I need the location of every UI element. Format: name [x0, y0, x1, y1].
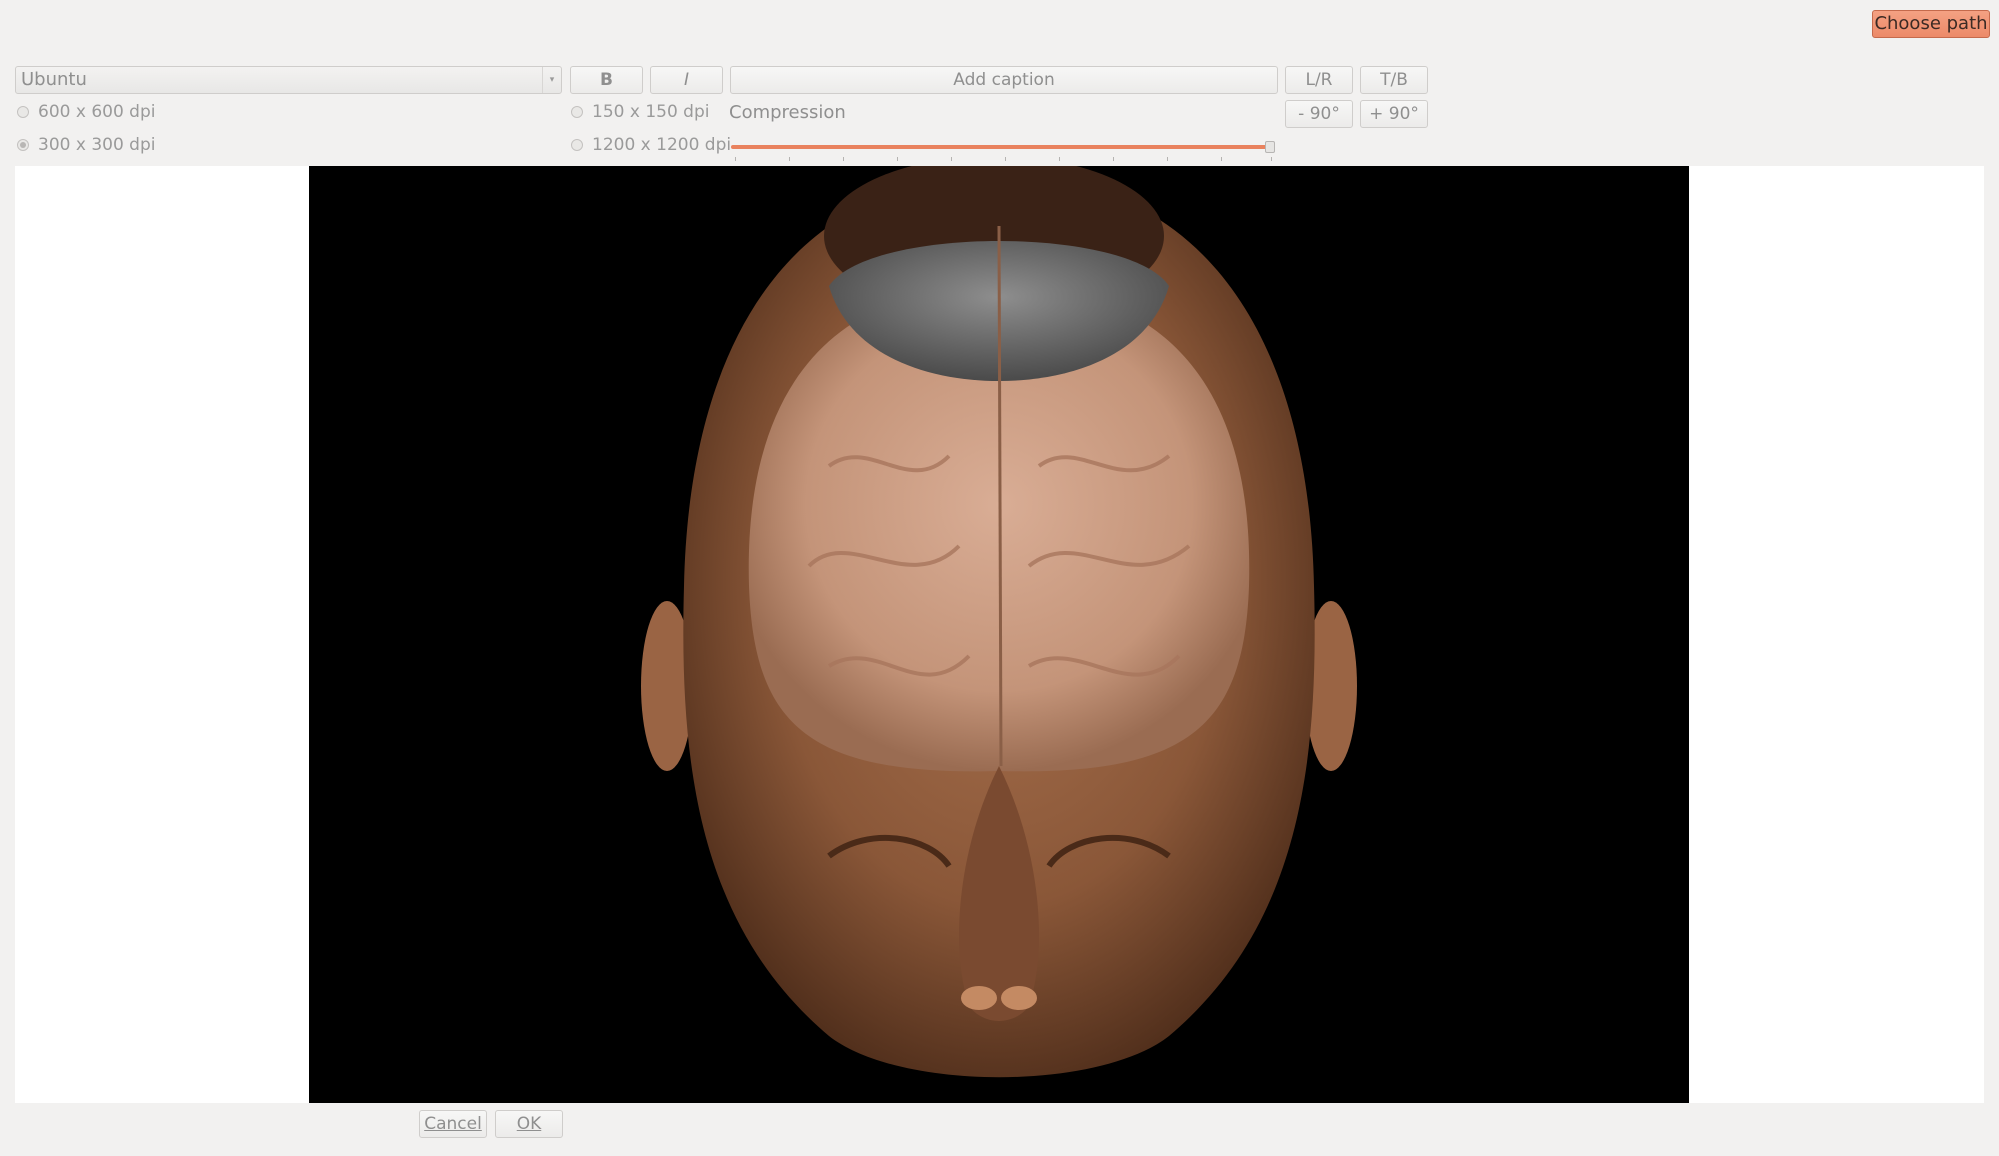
- slider-tick: [897, 157, 898, 161]
- radio-indicator[interactable]: [571, 139, 583, 151]
- radio-indicator-checked[interactable]: [17, 139, 29, 151]
- slider-tick: [1113, 157, 1114, 161]
- radio-1200dpi[interactable]: 1200 x 1200 dpi: [571, 134, 731, 156]
- radio-label: 600 x 600 dpi: [38, 102, 156, 122]
- compression-slider-track[interactable]: [731, 145, 1275, 149]
- slider-tick: [735, 157, 736, 161]
- ok-button[interactable]: OK: [495, 1110, 563, 1138]
- slider-tick: [1271, 157, 1272, 161]
- radio-600dpi[interactable]: 600 x 600 dpi: [17, 101, 155, 123]
- slider-tick: [843, 157, 844, 161]
- slider-tick: [1005, 157, 1006, 161]
- preview-image: [309, 166, 1689, 1103]
- add-caption-input[interactable]: Add caption: [730, 66, 1278, 94]
- cancel-button[interactable]: Cancel: [419, 1110, 487, 1138]
- radio-label: 1200 x 1200 dpi: [592, 135, 732, 155]
- radio-indicator[interactable]: [17, 106, 29, 118]
- slider-tick: [1167, 157, 1168, 161]
- chevron-down-icon: ▾: [542, 67, 561, 93]
- font-select[interactable]: Ubuntu ▾: [15, 66, 562, 94]
- flip-tb-button[interactable]: T/B: [1360, 66, 1428, 94]
- italic-button[interactable]: I: [650, 66, 723, 94]
- slider-tick: [951, 157, 952, 161]
- bold-button[interactable]: B: [570, 66, 643, 94]
- slider-tick: [1059, 157, 1060, 161]
- radio-label: 300 x 300 dpi: [38, 135, 156, 155]
- flip-lr-button[interactable]: L/R: [1285, 66, 1353, 94]
- radio-label: 150 x 150 dpi: [592, 102, 710, 122]
- font-select-value: Ubuntu: [21, 69, 87, 90]
- rotate-right-button[interactable]: + 90°: [1360, 100, 1428, 128]
- choose-path-button[interactable]: Choose path: [1872, 10, 1990, 38]
- compression-slider-handle[interactable]: [1265, 141, 1275, 153]
- radio-indicator[interactable]: [571, 106, 583, 118]
- head-render: [641, 166, 1357, 1078]
- slider-tick: [789, 157, 790, 161]
- slider-tick: [1221, 157, 1222, 161]
- rotate-left-button[interactable]: - 90°: [1285, 100, 1353, 128]
- radio-150dpi[interactable]: 150 x 150 dpi: [571, 101, 709, 123]
- radio-300dpi[interactable]: 300 x 300 dpi: [17, 134, 155, 156]
- compression-label: Compression: [729, 102, 846, 123]
